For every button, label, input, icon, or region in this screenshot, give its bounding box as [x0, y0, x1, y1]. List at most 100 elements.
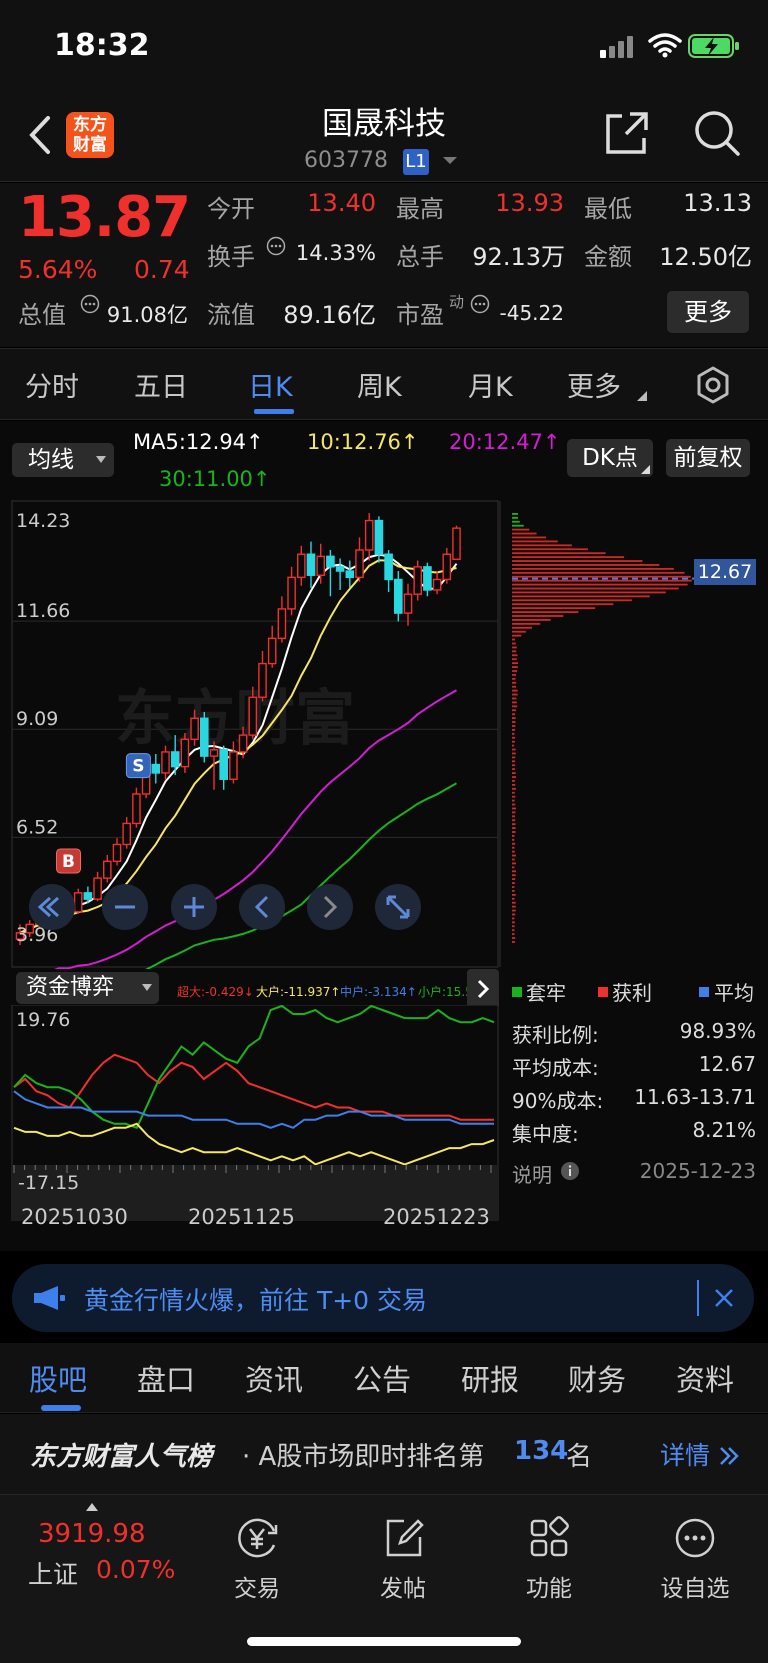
info-dots-icon[interactable] — [80, 294, 100, 314]
zoom-out-icon[interactable] — [102, 884, 148, 930]
chip-bar — [512, 654, 518, 656]
popularity-rank-bar[interactable]: 东方财富人气榜 · A股市场即时排名第 134 名 详情 — [0, 1414, 768, 1494]
candle[interactable] — [424, 567, 431, 590]
candle[interactable] — [337, 567, 344, 571]
collapse-left-icon[interactable] — [29, 884, 75, 930]
candle[interactable] — [366, 521, 373, 550]
candle[interactable] — [113, 844, 120, 861]
chip-bar — [512, 725, 515, 727]
tab-profile[interactable]: 资料 — [676, 1357, 734, 1399]
legend-profit-label: 获利 — [612, 977, 652, 1006]
tab-more[interactable]: 更多 — [567, 365, 621, 404]
candle[interactable] — [269, 638, 276, 663]
pe-superscript: 动 — [449, 291, 464, 312]
ma30-line — [20, 783, 457, 969]
chip-bar — [512, 517, 518, 519]
legend-profit-swatch — [598, 987, 608, 997]
candle[interactable] — [385, 554, 392, 579]
tab-forum[interactable]: 股吧 — [29, 1357, 87, 1399]
candle[interactable] — [346, 571, 353, 577]
change-percent: 5.64% — [18, 255, 97, 284]
tab-order-book[interactable]: 盘口 — [137, 1357, 195, 1399]
info-dots-icon[interactable] — [266, 236, 286, 256]
adjust-button[interactable]: 前复权 — [666, 439, 750, 477]
zoom-in-icon[interactable] — [171, 884, 217, 930]
candle[interactable] — [327, 556, 334, 567]
ad-banner[interactable]: 黄金行情火爆，前往 T+0 交易 — [12, 1264, 754, 1332]
chip-bar — [512, 670, 517, 672]
candle[interactable] — [259, 664, 266, 698]
scroll-right-icon[interactable] — [307, 884, 353, 930]
candle[interactable] — [201, 718, 208, 756]
candle[interactable] — [240, 735, 247, 752]
candle[interactable] — [434, 579, 441, 590]
candle[interactable] — [395, 579, 402, 613]
chip-bar — [512, 568, 674, 570]
scroll-left-icon[interactable] — [239, 884, 285, 930]
rank-detail-label: 详情 — [660, 1441, 710, 1470]
corner-triangle-icon — [641, 465, 650, 474]
candle[interactable] — [288, 577, 295, 609]
candle[interactable] — [104, 861, 111, 878]
candle[interactable] — [307, 554, 314, 575]
candle[interactable] — [443, 554, 450, 579]
candle[interactable] — [404, 594, 411, 613]
candle[interactable] — [230, 752, 237, 779]
candle[interactable] — [220, 750, 227, 779]
nav-trade[interactable]: 交易 — [202, 1515, 312, 1603]
candle[interactable] — [356, 550, 363, 577]
candle[interactable] — [123, 823, 130, 844]
tab-financials[interactable]: 财务 — [568, 1357, 626, 1399]
dk-point-button[interactable]: DK点 — [567, 439, 653, 477]
more-button[interactable]: 更多 — [667, 291, 749, 333]
flow-select[interactable]: 资金博弈 — [16, 972, 159, 1004]
nav-post[interactable]: 发帖 — [348, 1515, 458, 1603]
info-dots-icon[interactable] — [470, 294, 490, 314]
tab-intraday[interactable]: 分时 — [25, 365, 79, 404]
nav-functions[interactable]: 功能 — [494, 1515, 604, 1603]
candle[interactable] — [191, 718, 198, 739]
fullscreen-icon[interactable] — [375, 884, 421, 930]
candle[interactable] — [210, 750, 217, 756]
chevron-down-icon[interactable] — [442, 156, 458, 166]
candle[interactable] — [453, 528, 460, 559]
tab-announcements[interactable]: 公告 — [353, 1357, 411, 1399]
nav-add-watchlist[interactable]: 设自选 — [640, 1515, 750, 1603]
candle[interactable] — [317, 556, 324, 575]
volume-label: 总手 — [396, 237, 444, 272]
chip-note-label[interactable]: 说明 — [512, 1159, 552, 1188]
tab-research[interactable]: 研报 — [461, 1357, 519, 1399]
status-bar: 18:32 — [0, 0, 768, 90]
candle[interactable] — [298, 554, 305, 577]
chip-bar — [512, 662, 518, 664]
flow-expand-button[interactable] — [467, 969, 499, 1009]
rank-detail-link[interactable]: 详情 — [660, 1436, 740, 1472]
tab-weekly-k[interactable]: 周K — [357, 365, 402, 404]
legend-average-label: 平均 — [714, 977, 754, 1006]
info-icon[interactable] — [560, 1161, 580, 1181]
gear-icon[interactable] — [693, 365, 733, 405]
share-icon[interactable] — [604, 110, 650, 156]
search-icon[interactable] — [692, 108, 742, 158]
tab-monthly-k[interactable]: 月K — [468, 365, 513, 404]
candle[interactable] — [375, 521, 382, 555]
candle[interactable] — [249, 697, 256, 735]
kline-chart[interactable]: 东方财富 BS 14.23 11.66 9.09 6.52 3.96 12.67 — [0, 499, 768, 969]
close-icon[interactable] — [714, 1288, 734, 1308]
candle[interactable] — [162, 752, 169, 773]
candle[interactable] — [278, 609, 285, 638]
tab-news[interactable]: 资讯 — [245, 1357, 303, 1399]
candle[interactable] — [181, 739, 188, 766]
candle[interactable] — [172, 752, 179, 767]
up-triangle-icon — [86, 1503, 98, 1511]
tab-five-day[interactable]: 五日 — [134, 365, 188, 404]
level-badge[interactable]: L1 — [403, 149, 429, 175]
change-amount: 0.74 — [134, 255, 190, 284]
candle[interactable] — [152, 765, 159, 773]
chip-bar — [512, 733, 514, 735]
ma-select[interactable]: 均线 — [12, 443, 114, 477]
tab-daily-k[interactable]: 日K — [248, 365, 293, 404]
candle[interactable] — [414, 567, 421, 594]
candle[interactable] — [133, 794, 140, 823]
index-widget[interactable]: 3919.98 上证 0.07% — [0, 1495, 190, 1605]
